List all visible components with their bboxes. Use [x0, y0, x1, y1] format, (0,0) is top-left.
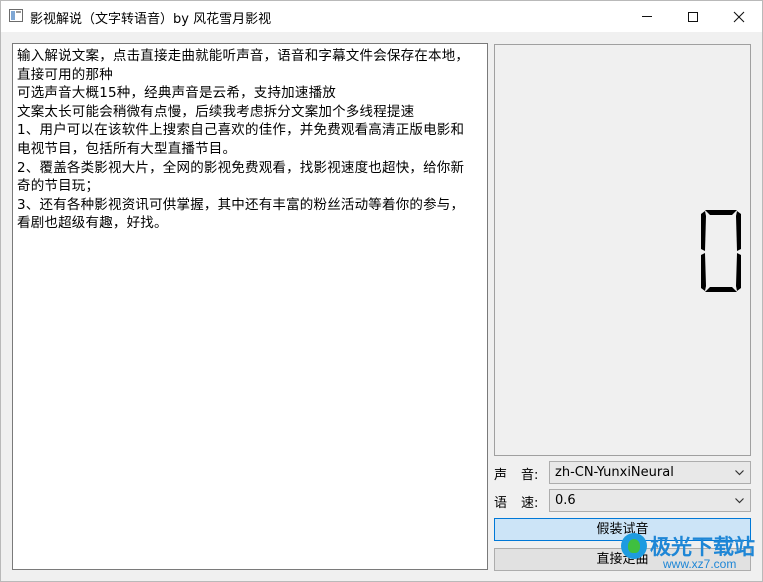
editor-line: 看剧也超级有趣，好找。: [17, 215, 168, 232]
editor-line: 输入解说文案，点击直接走曲就能听声音，语音和字幕文件会保存在本地，: [17, 48, 470, 64]
maximize-icon: [688, 11, 698, 22]
voice-label: 音:: [521, 468, 539, 483]
chevron-down-icon: [735, 498, 744, 504]
chevron-down-icon: [735, 470, 744, 476]
speed-label-part: 语: [494, 496, 508, 511]
editor-line: 直接可用的那种: [17, 66, 113, 83]
close-button[interactable]: [716, 1, 762, 32]
speed-label: 速:: [521, 496, 539, 511]
editor-line: 电视节目，包括所有大型直播节目。: [17, 140, 237, 157]
minimize-button[interactable]: [624, 1, 670, 32]
preview-voice-button[interactable]: 假装试音: [494, 518, 751, 541]
speed-select-value: 0.6: [555, 493, 576, 508]
editor-line: 3、还有各种影视资讯可供掌握，其中还有丰富的粉丝活动等着你的参与，: [17, 196, 465, 213]
app-window-icon: [9, 9, 23, 22]
editor-line: 可选声音大概15种，经典声音是云希，支持加速播放: [17, 85, 336, 102]
maximize-button[interactable]: [670, 1, 716, 32]
minimize-icon: [642, 16, 652, 17]
speed-select[interactable]: 0.6: [549, 489, 751, 512]
direct-play-button[interactable]: 直接走曲: [494, 548, 751, 571]
editor-line: 奇的节目玩；: [17, 178, 100, 195]
editor-line: 1、用户可以在该软件上搜索自己喜欢的佳作，并免费观看高清正版电影和: [17, 122, 465, 139]
voice-select-value: zh-CN-YunxiNeural: [555, 465, 674, 480]
editor-line: 2、覆盖各类影视大片，全网的影视免费观看，找影视速度也超快，给你新: [17, 159, 465, 176]
digit-display-panel: [494, 44, 751, 456]
lcd-digit: [701, 210, 741, 292]
script-text-editor[interactable]: 输入解说文案，点击直接走曲就能听声音，语音和字幕文件会保存在本地， 直接可用的那…: [12, 43, 488, 570]
voice-select[interactable]: zh-CN-YunxiNeural: [549, 461, 751, 484]
window-title: 影视解说（文字转语音）by 风花雪月影视: [30, 12, 272, 27]
voice-label-part: 声: [494, 468, 508, 483]
close-icon: [733, 11, 745, 22]
title-bar[interactable]: 影视解说（文字转语音）by 风花雪月影视: [1, 1, 762, 32]
app-window: 影视解说（文字转语音）by 风花雪月影视 输入解说文案，点击直接走曲就能听声音，…: [0, 0, 763, 582]
editor-line: 文案太长可能会稍微有点慢，后续我考虑拆分文案加个多线程提速: [17, 103, 415, 120]
